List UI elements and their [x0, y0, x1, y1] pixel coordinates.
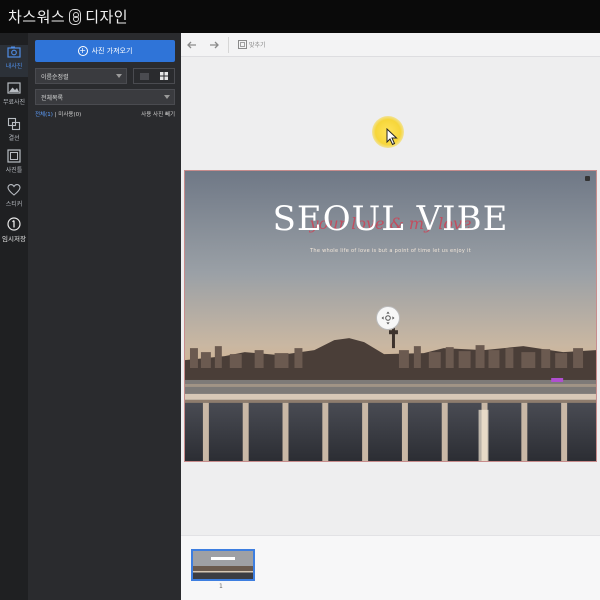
nav-label: 스티커	[5, 201, 23, 208]
photo-canvas[interactable]: your love & my love SEOUL VIBE The whole…	[184, 170, 597, 462]
sort-select[interactable]: 이름순정렬	[35, 68, 127, 84]
title-bar: 차스워스 디자인	[0, 0, 600, 33]
nav-label: 임시저장	[2, 235, 26, 243]
app-title: 차스워스 디자인	[8, 6, 128, 27]
grid-view-button[interactable]	[154, 69, 174, 83]
nav-item-frames[interactable]: 사진틀	[0, 149, 28, 181]
redo-icon	[210, 41, 219, 48]
nav-item-my-photos[interactable]: 내사진	[0, 45, 28, 77]
stock-photo-icon	[7, 82, 21, 94]
fit-icon	[238, 40, 247, 49]
sort-select-value: 이름순정렬	[41, 73, 69, 81]
heart-icon	[7, 184, 21, 196]
nav-item-stickers[interactable]: 스티커	[0, 183, 28, 215]
chevron-down-icon	[164, 95, 170, 99]
folder-select[interactable]: 전체목록	[35, 89, 175, 105]
app-window: 차스워스 디자인 내사진 무료사진 결선 사진틀 스티커 임시저장 + 사진 가…	[0, 0, 600, 600]
toolbar-divider	[228, 36, 229, 53]
folder-select-value: 전체목록	[41, 94, 64, 102]
move-icon	[381, 311, 395, 325]
undo-icon	[187, 41, 196, 48]
nav-item-layers[interactable]: 결선	[0, 117, 28, 149]
move-handle[interactable]	[376, 306, 400, 330]
lock-icon[interactable]	[585, 176, 590, 181]
view-toggle	[133, 68, 175, 84]
undo-button[interactable]	[181, 33, 203, 57]
filter-unused-link[interactable]: 미사용(0)	[58, 112, 81, 118]
list-view-icon	[139, 72, 149, 80]
fit-label: 맞추기	[249, 42, 266, 49]
redo-button[interactable]	[203, 33, 225, 57]
plus-icon: +	[77, 46, 88, 56]
chevron-down-icon	[116, 74, 122, 78]
app-title-part2: 디자인	[85, 8, 129, 26]
nav-label: 결선	[8, 135, 20, 142]
page-thumbnail-image	[193, 551, 253, 579]
photo-subtitle-text: The whole life of love is but a point of…	[310, 248, 471, 254]
frame-icon	[7, 149, 21, 163]
photo-icon	[7, 46, 21, 58]
pointer-cursor-icon	[386, 128, 398, 146]
photo-title-text: SEOUL VIBE	[272, 199, 509, 239]
page-thumbnail[interactable]	[191, 549, 255, 581]
nav-label: 무료사진	[2, 99, 26, 106]
logo-icon	[69, 8, 82, 25]
import-photos-button[interactable]: + 사진 가져오기	[35, 40, 175, 62]
page-number: 1	[219, 583, 223, 590]
grid-view-icon	[160, 72, 168, 80]
nav-item-free-photos[interactable]: 무료사진	[0, 81, 28, 113]
nav-item-temp-save[interactable]: 임시저장	[0, 217, 28, 249]
layers-icon	[7, 117, 21, 131]
fit-button[interactable]: 맞추기	[232, 40, 266, 49]
app-title-part1: 차스워스	[8, 8, 66, 26]
hide-used-link[interactable]: 사용 사진 빼기	[141, 110, 175, 118]
nav-label: 내사진	[5, 63, 23, 70]
list-view-button[interactable]	[134, 69, 154, 83]
editor-toolbar: 맞추기	[181, 33, 600, 57]
left-nav: 내사진 무료사진 결선 사진틀 스티커 임시저장	[0, 33, 28, 600]
nav-label: 사진틀	[5, 167, 23, 174]
photo-panel: + 사진 가져오기 이름순정렬 전체목록 전체(1) | 미사용(0) 사용 사…	[28, 33, 181, 600]
save-icon	[7, 217, 21, 231]
photo-filter-links: 전체(1) | 미사용(0) 사용 사진 빼기	[35, 110, 175, 118]
import-photos-label: 사진 가져오기	[91, 47, 133, 55]
page-strip: 1	[181, 535, 600, 600]
editor-workspace: 맞추기 your love & my love SEOUL VIBE The w…	[181, 33, 600, 535]
filter-all-link[interactable]: 전체(1)	[35, 112, 53, 118]
